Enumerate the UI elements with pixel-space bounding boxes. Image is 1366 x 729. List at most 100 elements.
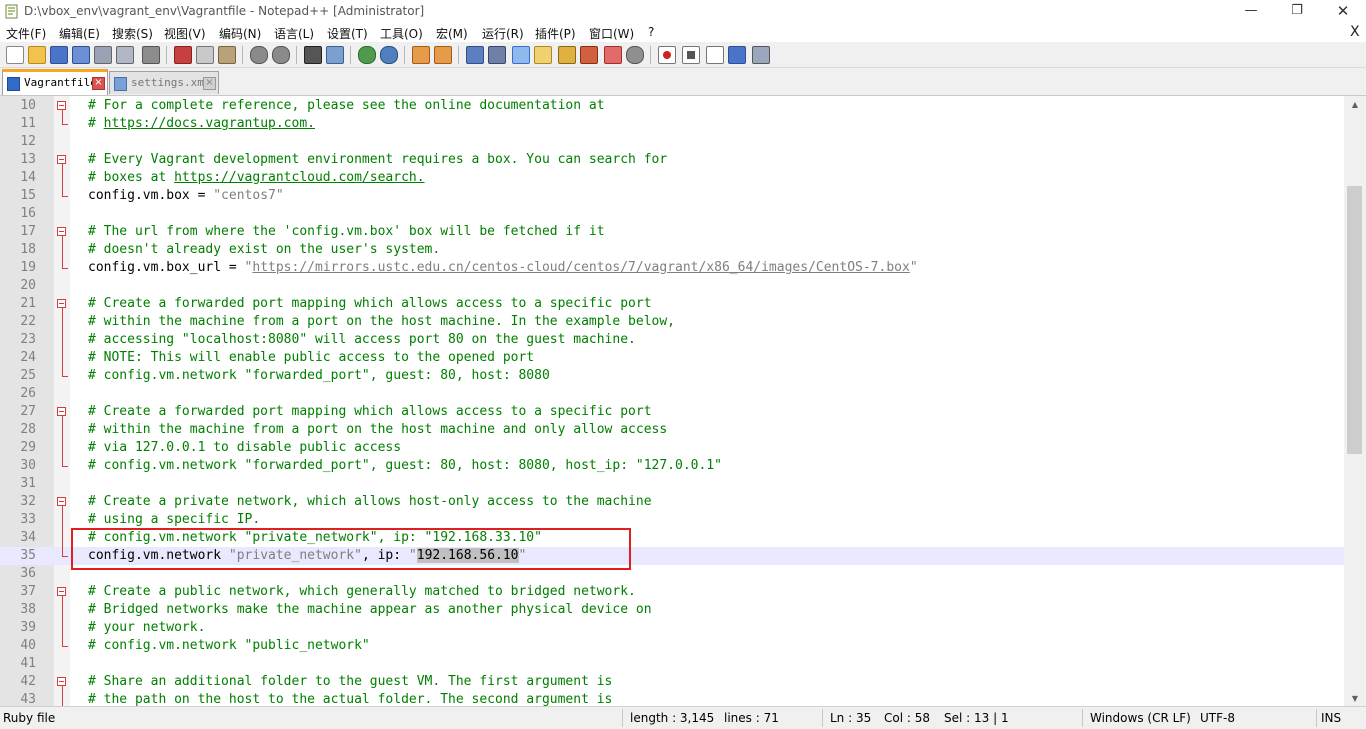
close-all-icon[interactable] (116, 46, 134, 64)
tab-close-icon[interactable]: × (203, 77, 216, 90)
code-line[interactable]: 15 config.vm.box = "centos7" (0, 187, 1344, 205)
status-encoding[interactable]: UTF-8 (1200, 711, 1235, 725)
scroll-thumb[interactable] (1347, 186, 1362, 454)
menu-settings[interactable]: 设置(T) (327, 25, 368, 42)
code-line[interactable]: 17 # The url from where the 'config.vm.bo… (0, 223, 1344, 241)
code-line[interactable]: 12 (0, 133, 1344, 151)
minimize-button[interactable]: — (1228, 0, 1274, 23)
code-line[interactable]: 33 # using a specific IP. (0, 511, 1344, 529)
zoom-in-icon[interactable] (358, 46, 376, 64)
redo-icon[interactable] (272, 46, 290, 64)
menu-edit[interactable]: 编辑(E) (59, 25, 100, 42)
cut-icon[interactable] (174, 46, 192, 64)
code-line[interactable]: 29 # via 127.0.0.1 to disable public acce… (0, 439, 1344, 457)
record-macro-icon[interactable] (658, 46, 676, 64)
code-line[interactable]: 40 # config.vm.network "public_network" (0, 637, 1344, 655)
code-line[interactable]: 26 (0, 385, 1344, 403)
doc-map-icon[interactable] (558, 46, 576, 64)
code-line[interactable]: 43 # the path on the host to the actual f… (0, 691, 1344, 707)
code-line[interactable]: 18 # doesn't already exist on the user's … (0, 241, 1344, 259)
code-line[interactable]: 24 # NOTE: This will enable public access… (0, 349, 1344, 367)
menu-plugins[interactable]: 插件(P) (535, 25, 576, 42)
show-all-chars-icon[interactable] (488, 46, 506, 64)
close-document-button[interactable]: X (1350, 24, 1360, 40)
menu-encoding[interactable]: 编码(N) (219, 25, 261, 42)
status-insert-mode[interactable]: INS (1321, 711, 1341, 725)
fold-toggle-icon[interactable] (57, 101, 66, 110)
code-line[interactable]: 20 (0, 277, 1344, 295)
word-wrap-icon[interactable] (466, 46, 484, 64)
undo-icon[interactable] (250, 46, 268, 64)
replace-icon[interactable] (326, 46, 344, 64)
code-line[interactable]: 19 config.vm.box_url = "https://mirrors.u… (0, 259, 1344, 277)
fold-toggle-icon[interactable] (57, 227, 66, 236)
tab-vagrantfile[interactable]: Vagrantfile × (2, 69, 108, 96)
code-line[interactable]: 10 # For a complete reference, please see… (0, 97, 1344, 115)
code-line[interactable]: 25 # config.vm.network "forwarded_port", … (0, 367, 1344, 385)
folder-workspace-icon[interactable] (604, 46, 622, 64)
code-line[interactable]: 42 # Share an additional folder to the gu… (0, 673, 1344, 691)
save-all-icon[interactable] (72, 46, 90, 64)
code-line[interactable]: 11 # https://docs.vagrantup.com. (0, 115, 1344, 133)
code-line[interactable]: 16 (0, 205, 1344, 223)
code-line[interactable]: 14 # boxes at https://vagrantcloud.com/se… (0, 169, 1344, 187)
copy-icon[interactable] (196, 46, 214, 64)
fold-toggle-icon[interactable] (57, 497, 66, 506)
fold-toggle-icon[interactable] (57, 587, 66, 596)
menu-view[interactable]: 视图(V) (164, 25, 206, 42)
save-macro-icon[interactable] (752, 46, 770, 64)
function-list-icon[interactable] (580, 46, 598, 64)
print-icon[interactable] (142, 46, 160, 64)
menu-help[interactable]: ? (648, 25, 654, 39)
status-eol[interactable]: Windows (CR LF) (1090, 711, 1191, 725)
run-macro-multiple-icon[interactable] (728, 46, 746, 64)
new-file-icon[interactable] (6, 46, 24, 64)
editor[interactable]: 10 # For a complete reference, please see… (0, 95, 1366, 707)
maximize-button[interactable]: ❐ (1274, 0, 1320, 23)
language-icon[interactable] (534, 46, 552, 64)
code-line[interactable]: 13 # Every Vagrant development environmen… (0, 151, 1344, 169)
menu-tools[interactable]: 工具(O) (380, 25, 423, 42)
monitoring-icon[interactable] (626, 46, 644, 64)
code-line[interactable]: 31 (0, 475, 1344, 493)
zoom-out-icon[interactable] (380, 46, 398, 64)
save-icon[interactable] (50, 46, 68, 64)
fold-end-marker (62, 124, 68, 125)
code-line[interactable]: 39 # your network. (0, 619, 1344, 637)
tab-settings-xml[interactable]: settings.xml × (109, 71, 219, 94)
code-line[interactable]: 32 # Create a private network, which allo… (0, 493, 1344, 511)
code-line[interactable]: 38 # Bridged networks make the machine ap… (0, 601, 1344, 619)
fold-toggle-icon[interactable] (57, 155, 66, 164)
tab-close-icon[interactable]: × (92, 77, 105, 90)
find-icon[interactable] (304, 46, 322, 64)
scroll-up-arrow-icon[interactable]: ▲ (1344, 96, 1366, 113)
vertical-scrollbar[interactable]: ▲ ▼ (1344, 96, 1366, 707)
code-line[interactable]: 41 (0, 655, 1344, 673)
paste-icon[interactable] (218, 46, 236, 64)
menu-window[interactable]: 窗口(W) (589, 25, 634, 42)
code-line[interactable]: 37 # Create a public network, which gener… (0, 583, 1344, 601)
sync-vertical-icon[interactable] (412, 46, 430, 64)
code-line[interactable]: 23 # accessing "localhost:8080" will acce… (0, 331, 1344, 349)
fold-toggle-icon[interactable] (57, 299, 66, 308)
fold-toggle-icon[interactable] (57, 407, 66, 416)
code-line[interactable]: 21 # Create a forwarded port mapping whic… (0, 295, 1344, 313)
code-line[interactable]: 28 # within the machine from a port on th… (0, 421, 1344, 439)
play-macro-icon[interactable] (706, 46, 724, 64)
indent-guide-icon[interactable] (512, 46, 530, 64)
scroll-down-arrow-icon[interactable]: ▼ (1344, 690, 1366, 707)
menu-run[interactable]: 运行(R) (482, 25, 524, 42)
menu-language[interactable]: 语言(L) (274, 25, 314, 42)
menu-macro[interactable]: 宏(M) (436, 25, 468, 42)
menu-search[interactable]: 搜索(S) (112, 25, 153, 42)
code-line[interactable]: 27 # Create a forwarded port mapping whic… (0, 403, 1344, 421)
fold-toggle-icon[interactable] (57, 677, 66, 686)
menu-file[interactable]: 文件(F) (6, 25, 46, 42)
open-file-icon[interactable] (28, 46, 46, 64)
sync-horizontal-icon[interactable] (434, 46, 452, 64)
stop-macro-icon[interactable] (682, 46, 700, 64)
close-icon[interactable] (94, 46, 112, 64)
code-line[interactable]: 30 # config.vm.network "forwarded_port", … (0, 457, 1344, 475)
code-line[interactable]: 22 # within the machine from a port on th… (0, 313, 1344, 331)
close-window-button[interactable]: ✕ (1320, 0, 1366, 23)
